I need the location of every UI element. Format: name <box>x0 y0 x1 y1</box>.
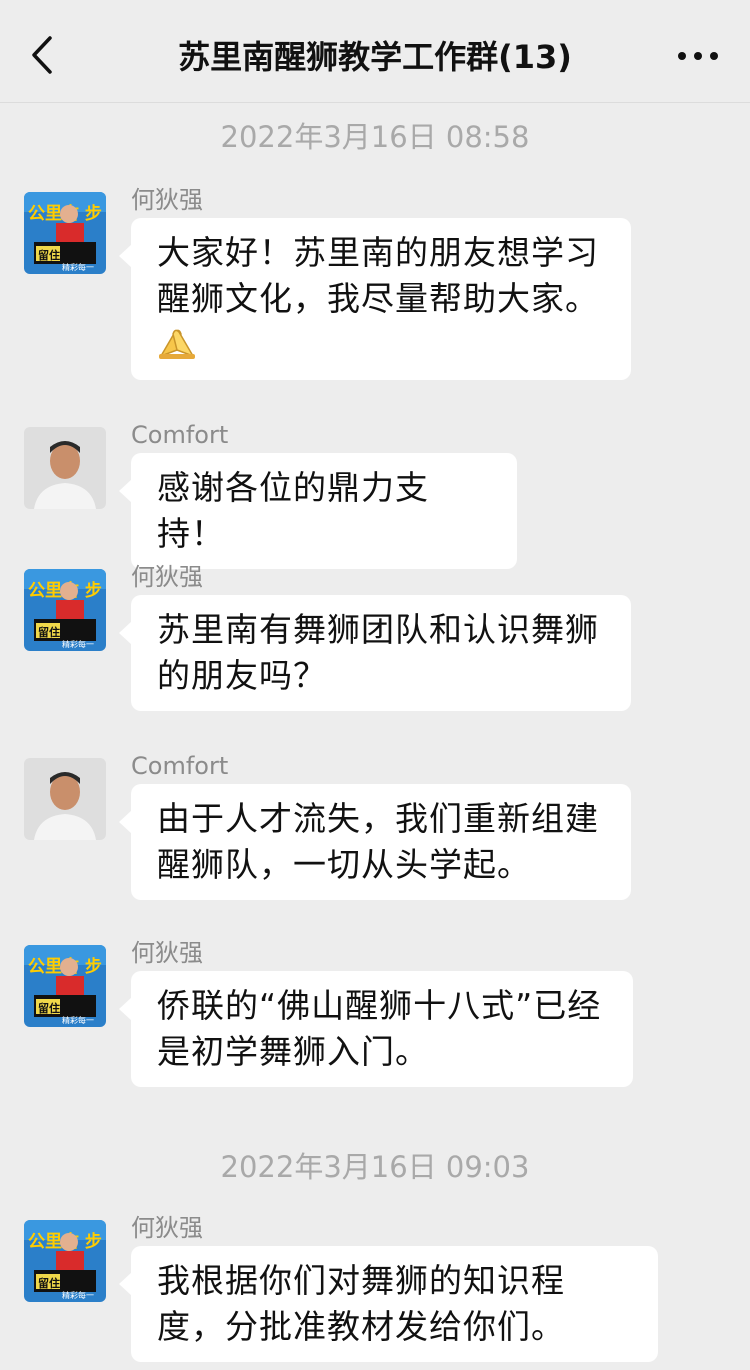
banner-text: 留住 <box>38 248 60 262</box>
folded-hands-icon <box>157 322 605 368</box>
banner-text: 留住 <box>38 625 60 639</box>
banner-text: 精彩每一 <box>62 262 94 272</box>
banner-avatar-image: 公里古 步 留住 精彩每一 <box>24 569 106 651</box>
avatar[interactable] <box>24 758 106 840</box>
banner-text: 精彩每一 <box>62 639 94 649</box>
avatar[interactable]: 公里古 步 留住 精彩每一 <box>24 1220 106 1302</box>
banner-text: 留住 <box>38 1001 60 1015</box>
message-bubble[interactable]: 我根据你们对舞狮的知识程度，分批准教材发给你们。 <box>119 1246 658 1362</box>
avatar[interactable]: 公里古 步 留住 精彩每一 <box>24 192 106 274</box>
sender-name: 何狄强 <box>131 939 203 967</box>
message-text: 大家好！苏里南的朋友想学习醒狮文化，我尽量帮助大家。 <box>157 233 599 318</box>
portrait-avatar-image <box>24 427 106 509</box>
more-dots-icon <box>678 52 718 60</box>
message-bubble[interactable]: 大家好！苏里南的朋友想学习醒狮文化，我尽量帮助大家。 <box>119 218 631 380</box>
sender-name: 何狄强 <box>131 563 203 591</box>
message-text: 苏里南有舞狮团队和认识舞狮的朋友吗？ <box>157 610 599 695</box>
message-text: 我根据你们对舞狮的知识程度，分批准教材发给你们。 <box>157 1261 565 1346</box>
timestamp: 2022年3月16日 08:58 <box>220 120 530 154</box>
sender-name: Comfort <box>131 752 229 780</box>
chat-title: 苏里南醒狮教学工作群(13) <box>178 38 572 76</box>
chat-screen: 苏里南醒狮教学工作群(13) 2022年3月16日 08:58 公里古 步 留住… <box>0 0 750 1370</box>
portrait-avatar-image <box>24 758 106 840</box>
sender-name: 何狄强 <box>131 186 203 214</box>
message-bubble[interactable]: 由于人才流失，我们重新组建醒狮队，一切从头学起。 <box>119 784 631 900</box>
avatar[interactable]: 公里古 步 留住 精彩每一 <box>24 569 106 651</box>
banner-avatar-image: 公里古 步 留住 精彩每一 <box>24 1220 106 1302</box>
sender-name: 何狄强 <box>131 1214 203 1242</box>
banner-avatar-image: 公里古 步 留住 精彩每一 <box>24 192 106 274</box>
banner-text: 留住 <box>38 1276 60 1290</box>
message-text: 侨联的“佛山醒狮十八式”已经是初学舞狮入门。 <box>157 986 602 1071</box>
message-bubble[interactable]: 侨联的“佛山醒狮十八式”已经是初学舞狮入门。 <box>119 971 633 1087</box>
message-text: 感谢各位的鼎力支持！ <box>157 468 429 553</box>
message-bubble[interactable]: 苏里南有舞狮团队和认识舞狮的朋友吗？ <box>119 595 631 711</box>
avatar[interactable]: 公里古 步 留住 精彩每一 <box>24 945 106 1027</box>
chat-header: 苏里南醒狮教学工作群(13) <box>0 0 750 103</box>
sender-name: Comfort <box>131 421 229 449</box>
more-button[interactable] <box>676 36 720 76</box>
banner-avatar-image: 公里古 步 留住 精彩每一 <box>24 945 106 1027</box>
banner-text: 精彩每一 <box>62 1290 94 1300</box>
message-bubble[interactable]: 感谢各位的鼎力支持！ <box>119 453 517 569</box>
timestamp: 2022年3月16日 09:03 <box>220 1150 530 1184</box>
message-text: 由于人才流失，我们重新组建醒狮队，一切从头学起。 <box>157 799 599 884</box>
banner-text: 精彩每一 <box>62 1015 94 1025</box>
avatar[interactable] <box>24 427 106 509</box>
